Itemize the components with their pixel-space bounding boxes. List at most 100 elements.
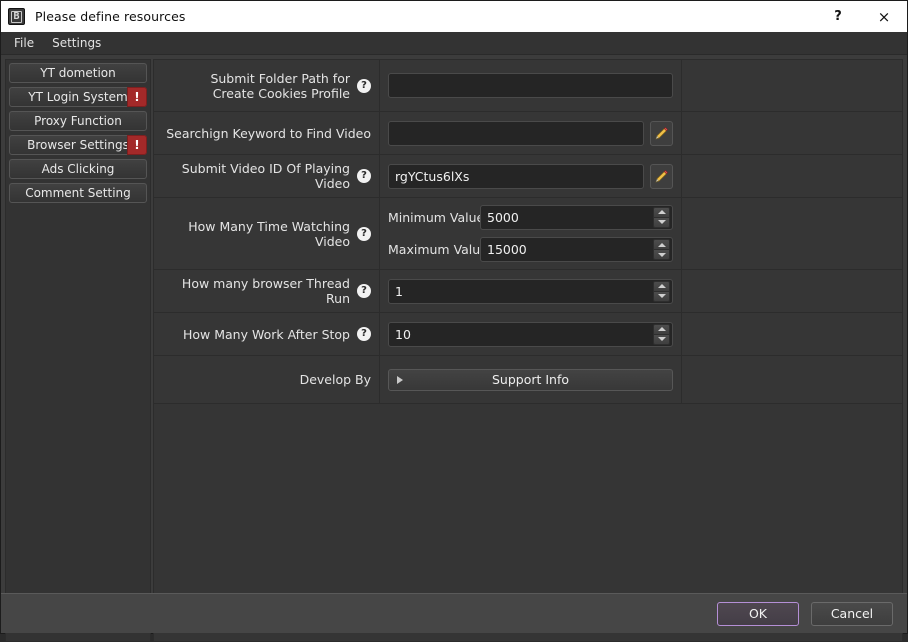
menu-item-file[interactable]: File (10, 34, 42, 53)
sidebar-item-ads-clicking[interactable]: Ads Clicking (9, 159, 147, 179)
folder-path-label: Submit Folder Path for Create Cookies Pr… (210, 70, 350, 101)
title-bar-buttons: ? × (815, 1, 907, 32)
app-icon: B (8, 8, 25, 25)
form-row-develop-by: Develop By Support Info (154, 356, 902, 404)
help-circle-icon[interactable]: ? (357, 284, 371, 298)
support-info-button[interactable]: Support Info (388, 368, 673, 391)
field-cell: 10 (380, 313, 682, 355)
label-cell: How Many Time Watching Video ? (154, 198, 380, 269)
work-after-stop-input[interactable]: 10 (389, 327, 653, 342)
sidebar-item-label: Comment Setting (25, 186, 131, 200)
menu-item-settings[interactable]: Settings (48, 34, 109, 53)
sidebar-item-label: YT dometion (40, 66, 116, 80)
thread-run-stepper[interactable]: 1 (388, 278, 673, 304)
row-spacer (682, 60, 902, 111)
sidebar-item-yt-login-system[interactable]: YT Login System ! (9, 87, 147, 107)
maximum-value-label: Maximum Value (388, 242, 488, 258)
row-spacer (682, 112, 902, 154)
form-row-search-keyword: Searchign Keyword to Find Video (154, 112, 902, 155)
maximum-value-input[interactable]: 15000 (481, 242, 653, 257)
sidebar-item-browser-settings[interactable]: Browser Settings ! (9, 135, 147, 155)
pencil-edit-icon[interactable] (650, 120, 673, 146)
sidebar-item-comment-setting[interactable]: Comment Setting (9, 183, 147, 203)
field-cell: Minimum Value 5000 Maximum Value 15000 (380, 198, 682, 269)
dialog-footer: OK Cancel (1, 593, 907, 633)
field-cell (380, 112, 682, 154)
spinner-up-icon[interactable] (654, 240, 669, 251)
warning-badge-icon: ! (127, 87, 147, 107)
sidebar-item-label: YT Login System (28, 90, 128, 104)
sidebar-item-yt-dometion[interactable]: YT dometion (9, 63, 147, 83)
field-cell: Support Info (380, 356, 682, 403)
spinner-up-icon[interactable] (654, 207, 669, 218)
dialog-body: YT dometion YT Login System ! Proxy Func… (1, 55, 907, 642)
spinner-buttons[interactable] (653, 323, 670, 345)
thread-run-label: How many browser Thread Run (181, 276, 350, 306)
label-cell: How Many Work After Stop ? (154, 313, 380, 355)
video-id-label: Submit Video ID Of Playing Video (181, 161, 350, 191)
label-cell: Develop By (154, 356, 380, 403)
sidebar-item-label: Proxy Function (34, 114, 122, 128)
maximum-value-row: Maximum Value 15000 (388, 237, 673, 264)
form-row-video-id: Submit Video ID Of Playing Video ? rgYCt… (154, 155, 902, 198)
spinner-down-icon[interactable] (654, 217, 669, 227)
close-icon[interactable]: × (861, 1, 907, 32)
help-circle-icon[interactable]: ? (357, 78, 371, 93)
dialog-window: B Please define resources ? × File Setti… (0, 0, 908, 642)
minimum-value-input[interactable]: 5000 (481, 210, 653, 225)
settings-form: Submit Folder Path for Create Cookies Pr… (153, 59, 903, 642)
help-circle-icon[interactable]: ? (357, 169, 371, 183)
form-row-thread-run: How many browser Thread Run ? 1 (154, 270, 902, 313)
pencil-edit-icon[interactable] (650, 163, 673, 189)
search-keyword-input[interactable] (388, 120, 644, 146)
spinner-buttons[interactable] (653, 239, 670, 261)
work-after-stop-row: 10 (388, 319, 673, 349)
work-after-stop-label: How Many Work After Stop (182, 326, 350, 342)
row-spacer (682, 270, 902, 312)
help-circle-icon[interactable]: ? (357, 226, 371, 241)
maximum-value-stepper[interactable]: 15000 (480, 237, 673, 263)
spinner-up-icon[interactable] (654, 281, 669, 292)
spinner-down-icon[interactable] (654, 250, 669, 260)
watch-time-label: How Many Time Watching Video (188, 218, 350, 249)
minimum-value-stepper[interactable]: 5000 (480, 204, 673, 230)
field-cell: rgYCtus6lXs (380, 155, 682, 197)
form-row-folder-path: Submit Folder Path for Create Cookies Pr… (154, 60, 902, 112)
field-cell: 1 (380, 270, 682, 312)
spinner-up-icon[interactable] (654, 324, 669, 335)
label-cell: How many browser Thread Run ? (154, 270, 380, 312)
spinner-down-icon[interactable] (654, 334, 669, 344)
menu-bar: File Settings (1, 32, 907, 55)
thread-run-row: 1 (388, 276, 673, 306)
spinner-down-icon[interactable] (654, 291, 669, 301)
ok-button[interactable]: OK (717, 601, 799, 626)
spinner-buttons[interactable] (653, 206, 670, 228)
spinner-buttons[interactable] (653, 280, 670, 302)
folder-path-input[interactable] (388, 73, 673, 98)
minimum-value-row: Minimum Value 5000 (388, 204, 673, 231)
help-icon[interactable]: ? (815, 1, 861, 32)
develop-by-label: Develop By (299, 372, 371, 387)
thread-run-input[interactable]: 1 (389, 284, 653, 299)
help-circle-icon[interactable]: ? (357, 327, 371, 341)
app-icon-glyph: B (11, 10, 22, 23)
title-bar: B Please define resources ? × (1, 1, 907, 32)
sidebar: YT dometion YT Login System ! Proxy Func… (5, 59, 151, 642)
work-after-stop-stepper[interactable]: 10 (388, 321, 673, 347)
label-cell: Submit Video ID Of Playing Video ? (154, 155, 380, 197)
search-keyword-label: Searchign Keyword to Find Video (166, 125, 371, 141)
sidebar-item-proxy-function[interactable]: Proxy Function (9, 111, 147, 131)
video-id-input[interactable]: rgYCtus6lXs (388, 163, 644, 189)
sidebar-item-label: Ads Clicking (41, 162, 115, 176)
row-spacer (682, 313, 902, 355)
label-cell: Submit Folder Path for Create Cookies Pr… (154, 60, 380, 111)
sidebar-item-label: Browser Settings (27, 138, 129, 152)
support-info-label: Support Info (491, 372, 570, 387)
cancel-button[interactable]: Cancel (811, 601, 893, 626)
window-title: Please define resources (35, 9, 186, 24)
form-row-work-after-stop: How Many Work After Stop ? 10 (154, 313, 902, 356)
warning-badge-icon: ! (127, 135, 147, 155)
row-spacer (682, 198, 902, 269)
form-row-watch-time: How Many Time Watching Video ? Minimum V… (154, 198, 902, 270)
label-cell: Searchign Keyword to Find Video (154, 112, 380, 154)
